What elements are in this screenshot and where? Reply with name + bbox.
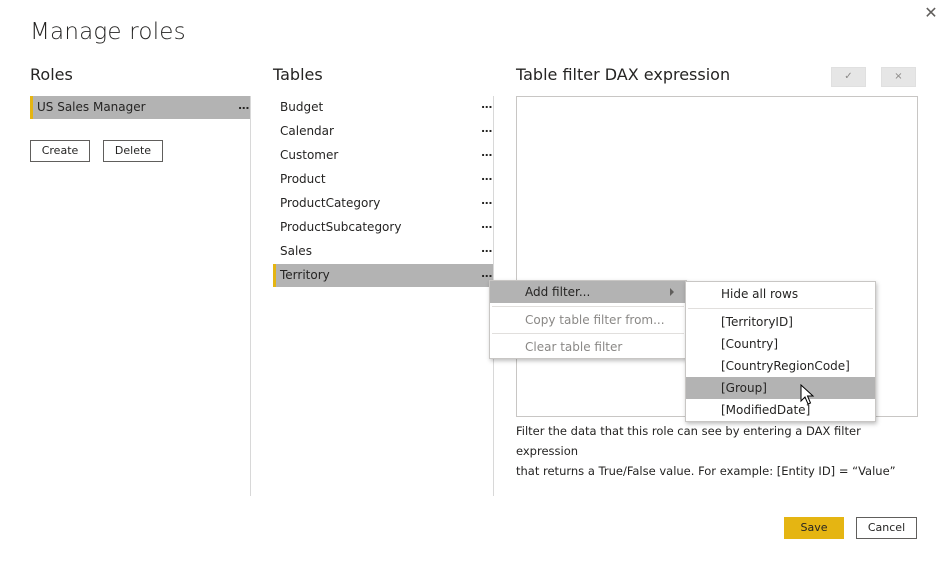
menu-item-label: Add filter... [525, 285, 591, 299]
menu-separator [492, 333, 684, 334]
submenu-item-territoryid[interactable]: [TerritoryID] [686, 311, 875, 333]
dax-help-line: that returns a True/False value. For exa… [516, 464, 896, 478]
menu-item-label: [ModifiedDate] [721, 403, 811, 417]
tables-header: Tables [273, 65, 323, 84]
menu-item-label: [CountryRegionCode] [721, 359, 850, 373]
more-options-icon[interactable]: ... [481, 190, 493, 212]
table-item-label: Sales [280, 244, 312, 258]
menu-item-label: Clear table filter [525, 340, 623, 354]
menu-separator [688, 308, 873, 309]
table-item-calendar[interactable]: Calendar ... [273, 120, 493, 142]
cancel-button[interactable]: Cancel [856, 517, 917, 539]
submenu-item-hide-all-rows[interactable]: Hide all rows [686, 283, 875, 305]
chevron-right-icon [670, 288, 674, 296]
more-options-icon[interactable]: ... [481, 214, 493, 236]
table-item-territory[interactable]: Territory ... [273, 264, 493, 287]
more-options-icon[interactable]: ... [481, 142, 493, 164]
table-item-label: Customer [280, 148, 339, 162]
create-button[interactable]: Create [30, 140, 90, 162]
table-item-customer[interactable]: Customer ... [273, 144, 493, 166]
menu-item-clear-table-filter[interactable]: Clear table filter [490, 336, 686, 358]
confirm-filter-button[interactable]: ✓ [831, 67, 866, 87]
table-item-product[interactable]: Product ... [273, 168, 493, 190]
add-filter-submenu: Hide all rows [TerritoryID] [Country] [C… [685, 281, 876, 422]
role-item-us-sales-manager[interactable]: US Sales Manager ... [30, 96, 250, 119]
table-item-label: Territory [280, 268, 330, 282]
table-context-menu: Add filter... Copy table filter from... … [489, 280, 687, 359]
table-item-label: ProductCategory [280, 196, 381, 210]
more-options-icon[interactable]: ... [481, 166, 493, 188]
table-item-budget[interactable]: Budget ... [273, 96, 493, 118]
delete-button[interactable]: Delete [103, 140, 163, 162]
checkmark-icon: ✓ [844, 71, 853, 82]
table-item-label: Calendar [280, 124, 334, 138]
submenu-item-modifieddate[interactable]: [ModifiedDate] [686, 399, 875, 421]
close-icon: × [894, 71, 903, 82]
roles-header: Roles [30, 65, 73, 84]
column-divider [250, 96, 251, 496]
menu-item-label: [Group] [721, 381, 767, 395]
mouse-pointer-icon [800, 384, 815, 405]
more-options-icon[interactable]: ... [481, 238, 493, 260]
close-icon[interactable]: ✕ [922, 4, 940, 22]
submenu-item-country[interactable]: [Country] [686, 333, 875, 355]
manage-roles-dialog: ✕ Manage roles Roles US Sales Manager ..… [0, 0, 947, 568]
save-button[interactable]: Save [784, 517, 844, 539]
menu-item-label: Hide all rows [721, 287, 799, 301]
table-item-label: ProductSubcategory [280, 220, 402, 234]
role-item-label: US Sales Manager [37, 100, 146, 114]
table-item-sales[interactable]: Sales ... [273, 240, 493, 262]
selection-accent [273, 264, 276, 287]
menu-item-label: [TerritoryID] [721, 315, 793, 329]
table-item-productsubcategory[interactable]: ProductSubcategory ... [273, 216, 493, 238]
dax-header: Table filter DAX expression [516, 65, 731, 84]
menu-separator [492, 306, 684, 307]
table-item-label: Budget [280, 100, 324, 114]
more-options-icon[interactable]: ... [481, 94, 493, 116]
more-options-icon[interactable]: ... [481, 118, 493, 140]
selection-accent [30, 96, 33, 119]
submenu-item-countryregioncode[interactable]: [CountryRegionCode] [686, 355, 875, 377]
menu-item-label: Copy table filter from... [525, 313, 665, 327]
dax-help-text: Filter the data that this role can see b… [516, 421, 916, 481]
submenu-item-group[interactable]: [Group] [686, 377, 875, 399]
dax-help-line: Filter the data that this role can see b… [516, 424, 861, 458]
more-options-icon[interactable]: ... [238, 94, 250, 117]
table-item-label: Product [280, 172, 326, 186]
table-item-productcategory[interactable]: ProductCategory ... [273, 192, 493, 214]
menu-item-label: [Country] [721, 337, 779, 351]
menu-item-add-filter[interactable]: Add filter... [490, 281, 686, 303]
menu-item-copy-table-filter[interactable]: Copy table filter from... [490, 309, 686, 331]
discard-filter-button[interactable]: × [881, 67, 916, 87]
dialog-title: Manage roles [30, 19, 186, 45]
